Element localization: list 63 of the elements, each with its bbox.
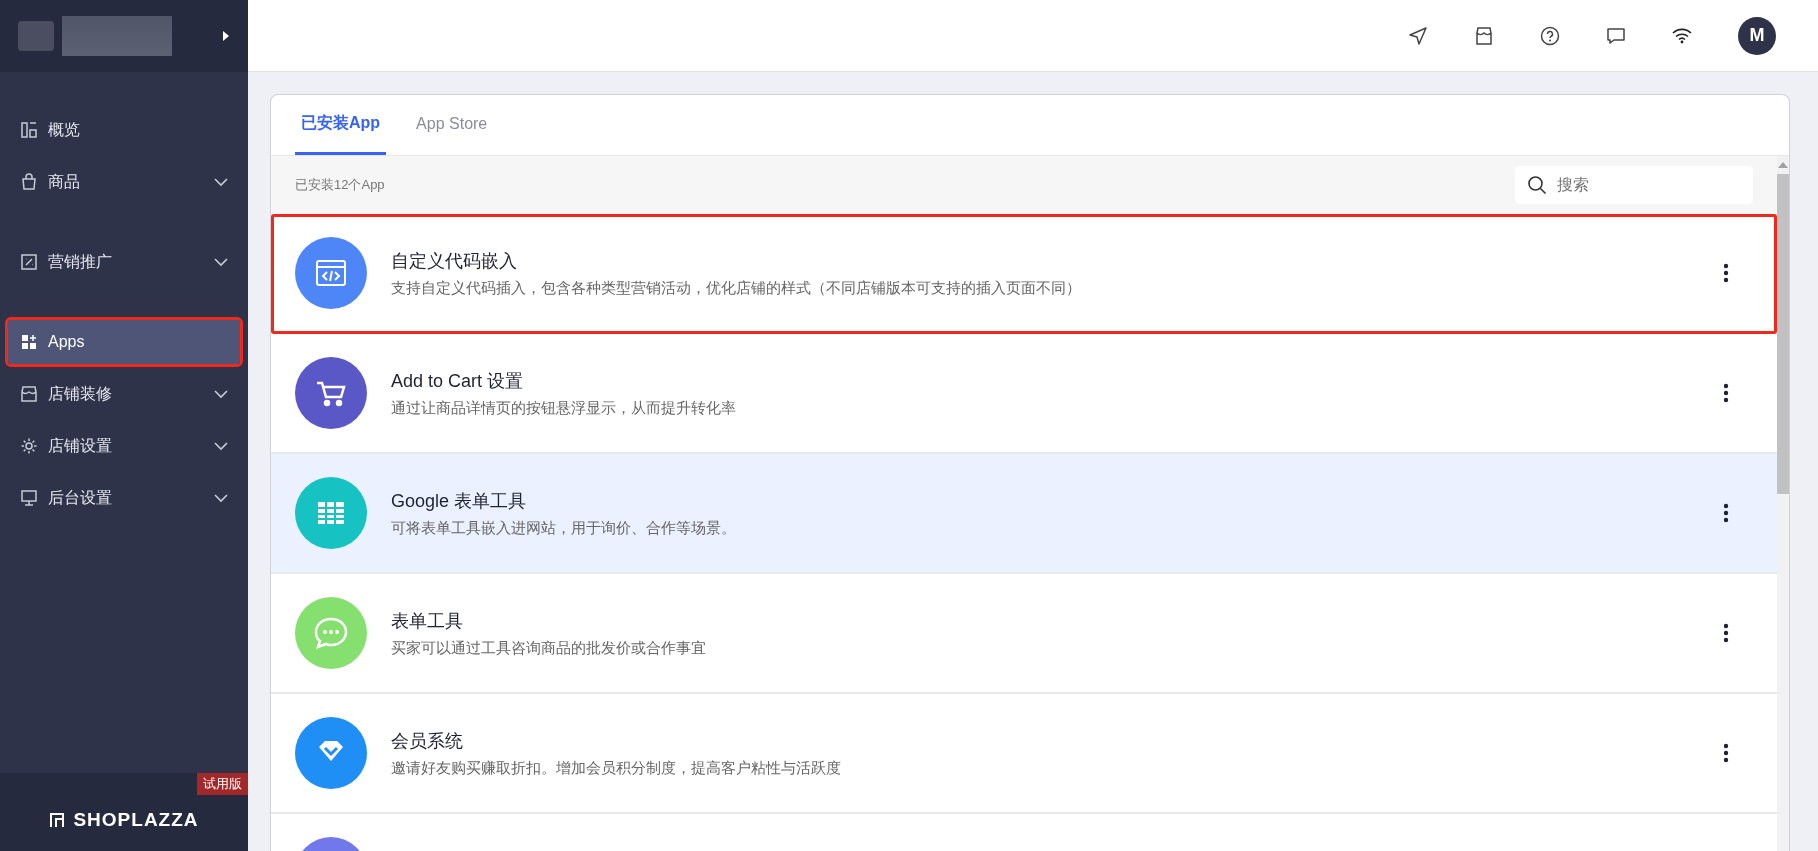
app-title: 自定义代码嵌入 xyxy=(391,249,518,273)
more-options-icon[interactable] xyxy=(1723,383,1729,403)
search-icon xyxy=(1527,175,1547,195)
apps-icon xyxy=(20,333,38,351)
search-input[interactable]: 搜索 xyxy=(1555,175,1739,195)
chevron-down-icon xyxy=(214,493,228,503)
caret-icon[interactable] xyxy=(222,30,230,42)
sidebar-item-label: 后台设置 xyxy=(48,487,112,508)
monitor-icon xyxy=(20,489,38,507)
user-avatar[interactable]: M xyxy=(1738,16,1776,55)
app-row[interactable]: Add to Cart 设置 通过让商品详情页的按钮悬浮显示，从而提升转化率 xyxy=(271,334,1777,454)
sidebar-item[interactable]: Apps xyxy=(8,320,240,364)
app-title: 表单工具 xyxy=(391,609,464,633)
tag-icon xyxy=(20,253,38,271)
app-row[interactable]: 自定义代码嵌入 支持自定义代码插入，包含各种类型营销活动，优化店铺的样式（不同店铺版本可支持的插入页面不同） xyxy=(271,214,1777,334)
more-options-icon[interactable] xyxy=(1723,263,1729,283)
more-options-icon[interactable] xyxy=(1723,503,1729,523)
chevron-down-icon xyxy=(214,389,228,399)
wifi-icon[interactable] xyxy=(1672,27,1692,44)
sidebar-item-label: 店铺装修 xyxy=(48,383,112,404)
app-row[interactable]: Google 表单工具 可将表单工具嵌入进网站，用于询价、合作等场景。 xyxy=(271,454,1777,574)
logo-icon xyxy=(49,812,66,828)
sidebar-item[interactable]: 商品 xyxy=(8,160,240,204)
sidebar-item-label: 店铺设置 xyxy=(48,435,112,456)
sidebar-item[interactable]: 店铺装修 xyxy=(8,372,240,416)
scrollbar-thumb[interactable] xyxy=(1777,174,1789,494)
chevron-down-icon xyxy=(214,177,228,187)
chevron-down-icon xyxy=(214,441,228,451)
search-field[interactable]: 搜索 xyxy=(1515,166,1753,204)
gear-icon xyxy=(20,437,38,455)
app-row[interactable]: 会员系统 邀请好友购买赚取折扣。增加会员积分制度，提高客户粘性与活跃度 xyxy=(271,694,1777,814)
sidebar-item[interactable]: 店铺设置 xyxy=(8,424,240,468)
scrollbar[interactable] xyxy=(1777,156,1789,851)
bag-icon xyxy=(20,173,38,191)
sidebar-item-label: 概览 xyxy=(48,119,80,140)
app-title: Google 表单工具 xyxy=(391,489,528,513)
app-description: 通过让商品详情页的按钮悬浮显示，从而提升转化率 xyxy=(391,398,737,418)
blurred-store-avatar xyxy=(18,21,54,51)
installed-count: 已安装12个App xyxy=(295,176,385,194)
sidebar-item-label: Apps xyxy=(48,333,85,351)
app-title: 会员系统 xyxy=(391,729,464,753)
app-description: 支持自定义代码插入，包含各种类型营销活动，优化店铺的样式（不同店铺版本可支持的插入页面不同） xyxy=(391,278,1082,298)
app-title: Add to Cart 设置 xyxy=(391,369,525,393)
app-row[interactable]: 表单工具 买家可以通过工具咨询商品的批发价或合作事宜 xyxy=(271,574,1777,694)
more-options-icon[interactable] xyxy=(1723,743,1729,763)
send-icon[interactable] xyxy=(1408,25,1428,46)
sidebar-item-label: 商品 xyxy=(48,171,80,192)
help-icon[interactable] xyxy=(1540,25,1560,46)
chevron-down-icon xyxy=(214,257,228,267)
sidebar-item[interactable]: 后台设置 xyxy=(8,476,240,520)
chat-icon[interactable] xyxy=(1606,25,1626,46)
sidebar-item-label: 营销推广 xyxy=(48,251,112,272)
sidebar-item[interactable]: 概览 xyxy=(8,108,240,152)
sidebar-item[interactable]: 营销推广 xyxy=(8,240,240,284)
more-options-icon[interactable] xyxy=(1723,623,1729,643)
app-description: 买家可以通过工具咨询商品的批发价或合作事宜 xyxy=(391,638,707,658)
brand-name: SHOPLAZZA xyxy=(73,809,199,831)
app-description: 可将表单工具嵌入进网站，用于询价、合作等场景。 xyxy=(391,518,737,538)
trial-badge: 试用版 xyxy=(197,773,248,795)
dashboard-icon xyxy=(20,121,38,139)
store-icon[interactable] xyxy=(1474,25,1494,46)
app-description: 邀请好友购买赚取折扣。增加会员积分制度，提高客户粘性与活跃度 xyxy=(391,758,842,778)
store-icon xyxy=(20,385,38,403)
